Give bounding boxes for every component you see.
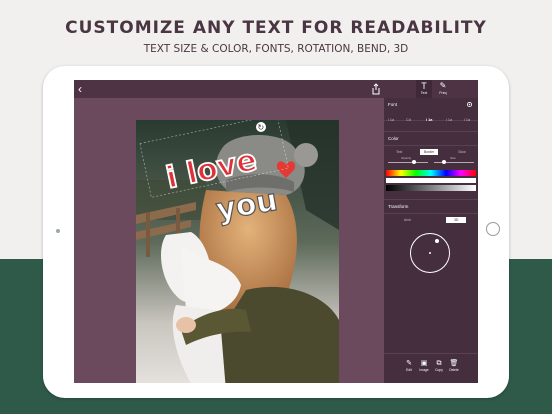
transform-tab-3d[interactable]: 3D [446, 217, 467, 223]
copy-label: Copy [435, 368, 443, 372]
freehand-tool-button[interactable]: ✎ Freq [435, 80, 451, 98]
delete-button[interactable]: 🗑 Delete [447, 360, 461, 372]
font-option-5[interactable]: i 1a [464, 118, 470, 122]
text-tool-button[interactable]: T Text [416, 80, 432, 98]
size-slider-track[interactable] [434, 162, 474, 163]
font-option-3[interactable]: i 1a [426, 118, 432, 122]
color-tab-text[interactable]: Text [396, 150, 402, 154]
edit-icon: ✎ [406, 360, 412, 367]
dial-handle[interactable] [435, 239, 439, 243]
home-button[interactable] [486, 222, 500, 236]
copy-icon: ⧉ [436, 360, 442, 367]
panel-divider [384, 145, 478, 146]
dial-center [429, 252, 431, 254]
image-button[interactable]: ▣ Image [417, 360, 431, 372]
panel-divider [384, 199, 478, 200]
top-toolbar: ‹ T Text ✎ Freq [74, 80, 478, 98]
chevron-left-icon[interactable]: ‹ [78, 82, 82, 96]
color-tab-border[interactable]: Border [420, 149, 439, 155]
camera-dot [56, 229, 60, 233]
font-option-2[interactable]: Cd [406, 118, 411, 122]
delete-label: Delete [449, 368, 459, 372]
hue-spectrum[interactable] [386, 170, 476, 176]
properties-panel: Font i 1a Cd i 1a i 1a i 1a Color Text B… [384, 98, 478, 383]
opacity-slider-track[interactable] [388, 162, 428, 163]
share-icon[interactable] [371, 83, 381, 95]
font-option-1[interactable]: i 1a [388, 118, 394, 122]
edit-label: Edit [406, 368, 412, 372]
rotate-icon: ↻ [258, 123, 265, 132]
font-option-4[interactable]: i 1a [446, 118, 452, 122]
gear-icon[interactable] [466, 101, 473, 108]
text-tool-label: Text [420, 91, 428, 95]
edit-button[interactable]: ✎ Edit [402, 360, 416, 372]
transform-tab-arch[interactable]: Arch [404, 218, 411, 222]
freehand-tool-label: Freq [439, 91, 447, 95]
delete-icon: 🗑 [449, 360, 459, 367]
pen-icon: ✎ [439, 81, 447, 90]
editing-canvas: i love you ↻ [74, 98, 384, 383]
photo-canvas[interactable]: i love you ↻ [136, 120, 339, 383]
subheadline: TEXT SIZE & COLOR, FONTS, ROTATION, BEND… [143, 43, 409, 55]
panel-divider [384, 353, 478, 354]
font-section-label: Font [388, 102, 398, 107]
image-icon: ▣ [420, 360, 428, 367]
rotation-dial[interactable] [410, 233, 450, 273]
panel-divider [384, 131, 478, 132]
panel-divider [384, 213, 478, 214]
color-section-label: Color [388, 136, 399, 141]
size-slider-knob[interactable] [442, 160, 446, 164]
opacity-slider-knob[interactable] [412, 160, 416, 164]
transform-section-label: Transform [388, 204, 409, 209]
color-tab-glow[interactable]: Glow [458, 150, 466, 154]
grayscale-spectrum[interactable] [386, 185, 476, 191]
app-screen: ‹ T Text ✎ Freq i love you ↻ Font i 1a C… [74, 80, 478, 383]
opacity-label: Opacity [401, 156, 412, 160]
copy-button[interactable]: ⧉ Copy [432, 360, 446, 372]
selected-color-swatch[interactable] [386, 178, 476, 183]
headline: CUSTOMIZE ANY TEXT FOR READABILITY [65, 18, 487, 38]
text-tool-glyph: T [421, 81, 427, 91]
image-label: Image [419, 368, 429, 372]
size-label: Size [450, 156, 456, 160]
